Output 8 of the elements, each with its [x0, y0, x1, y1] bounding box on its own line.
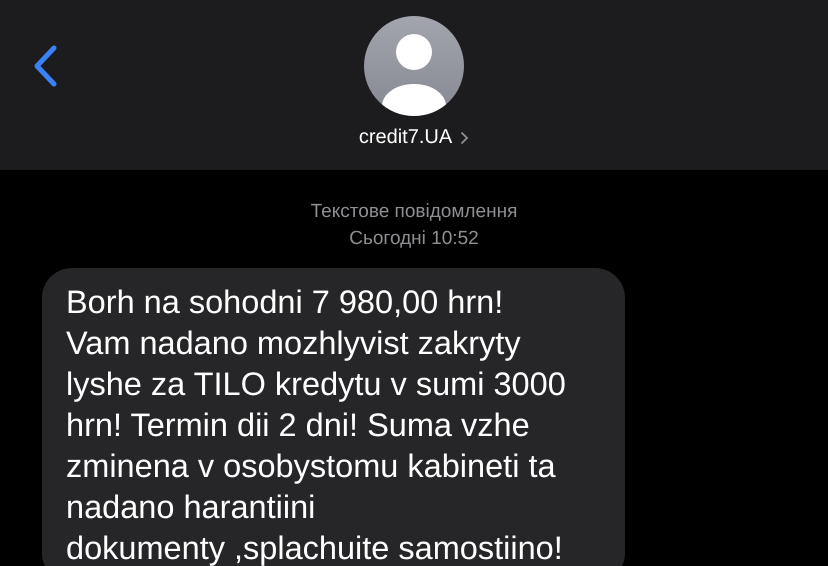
back-button[interactable]: [32, 45, 58, 87]
service-label: Текстове повідомлення: [310, 200, 518, 224]
back-chevron-icon: [32, 45, 58, 87]
chevron-right-icon: [460, 130, 470, 144]
contact-name-button[interactable]: credit7.UA: [358, 126, 470, 149]
message-bubble: Borh na sohodni 7 980,00 hrn! Vam nadano mozhlyvist zakryty lyshe za TILO kredytu v sumi 3000 hrn! Termin dii 2 dni! Suma vzhe zminena v osobystomu kabineti ta nadano harantiini dokumenty ,splachuite samostiino!: [42, 268, 625, 566]
avatar-icon: [364, 16, 464, 116]
timestamp: Сьогодні 10:52: [349, 227, 479, 251]
